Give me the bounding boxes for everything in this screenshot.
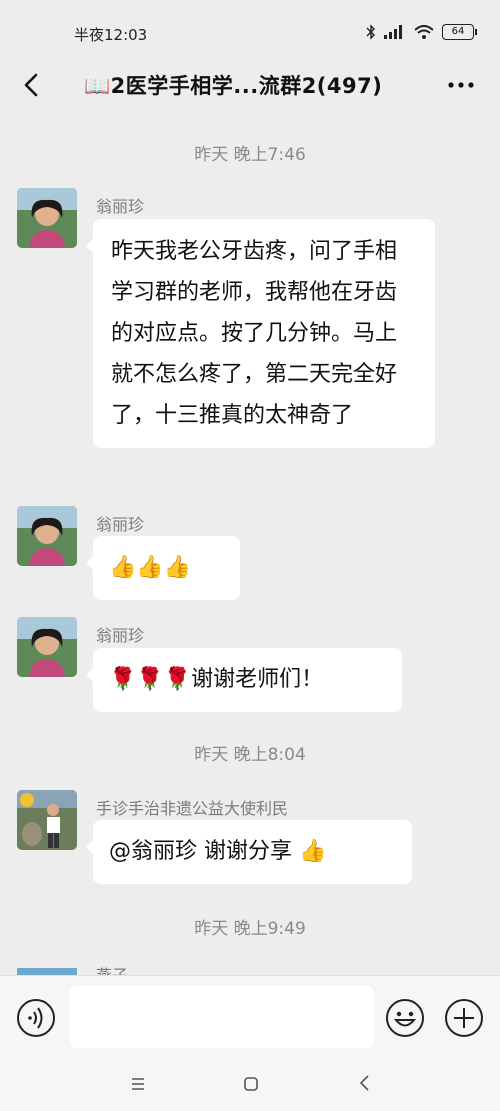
message-bubble[interactable]: 昨天我老公牙齿疼，问了手相学习群的老师，我帮他在牙齿的对应点。按了几分钟。马上就… [86, 219, 435, 448]
status-time: 半夜12:03 [74, 26, 148, 44]
message-input[interactable] [70, 986, 374, 1048]
message-bubble[interactable]: 🌹🌹🌹谢谢老师们！ [86, 648, 402, 712]
sender-name: 翁丽珍 [96, 515, 145, 534]
voice-input-icon[interactable] [16, 998, 56, 1038]
menu-icon[interactable] [130, 1076, 146, 1092]
wifi-icon [414, 25, 434, 39]
chat-title[interactable]: 📖2医学手相学...流群2(497) [84, 70, 382, 100]
battery-icon: 64 [442, 24, 477, 40]
status-bar: 半夜12:03 64 [0, 0, 500, 62]
bluetooth-icon [366, 24, 375, 40]
avatar[interactable] [17, 964, 77, 975]
chat-timestamp: 昨天 晚上9:49 [194, 919, 306, 939]
avatar[interactable] [17, 617, 77, 677]
message-bubble[interactable]: @翁丽珍 谢谢分享 👍 [86, 820, 412, 884]
chat-header: 📖2医学手相学...流群2(497) [0, 62, 500, 110]
message-bubble[interactable]: 👍👍👍 [86, 536, 240, 600]
back-arrow-icon[interactable] [18, 70, 48, 100]
sender-name: 翁丽珍 [96, 197, 145, 216]
more-options-icon[interactable] [446, 72, 476, 98]
signal-icon [384, 25, 402, 39]
back-icon[interactable] [357, 1074, 373, 1092]
avatar[interactable] [17, 506, 77, 566]
avatar[interactable] [17, 790, 77, 850]
status-icons: 64 [366, 24, 477, 40]
plus-icon[interactable] [444, 998, 484, 1038]
chat-timestamp: 昨天 晚上8:04 [194, 745, 306, 765]
chat-timestamp: 昨天 晚上7:46 [194, 145, 306, 165]
sender-name: 手诊手治非遗公益大使利民 [96, 799, 289, 818]
sender-name: 翁丽珍 [96, 626, 145, 645]
system-nav-bar [0, 1060, 500, 1111]
input-bar [0, 975, 500, 1060]
home-icon[interactable] [243, 1076, 259, 1092]
emoji-icon[interactable] [385, 998, 425, 1038]
sender-name: 燕子 [96, 965, 128, 975]
battery-level: 64 [451, 26, 465, 37]
avatar[interactable] [17, 188, 77, 248]
